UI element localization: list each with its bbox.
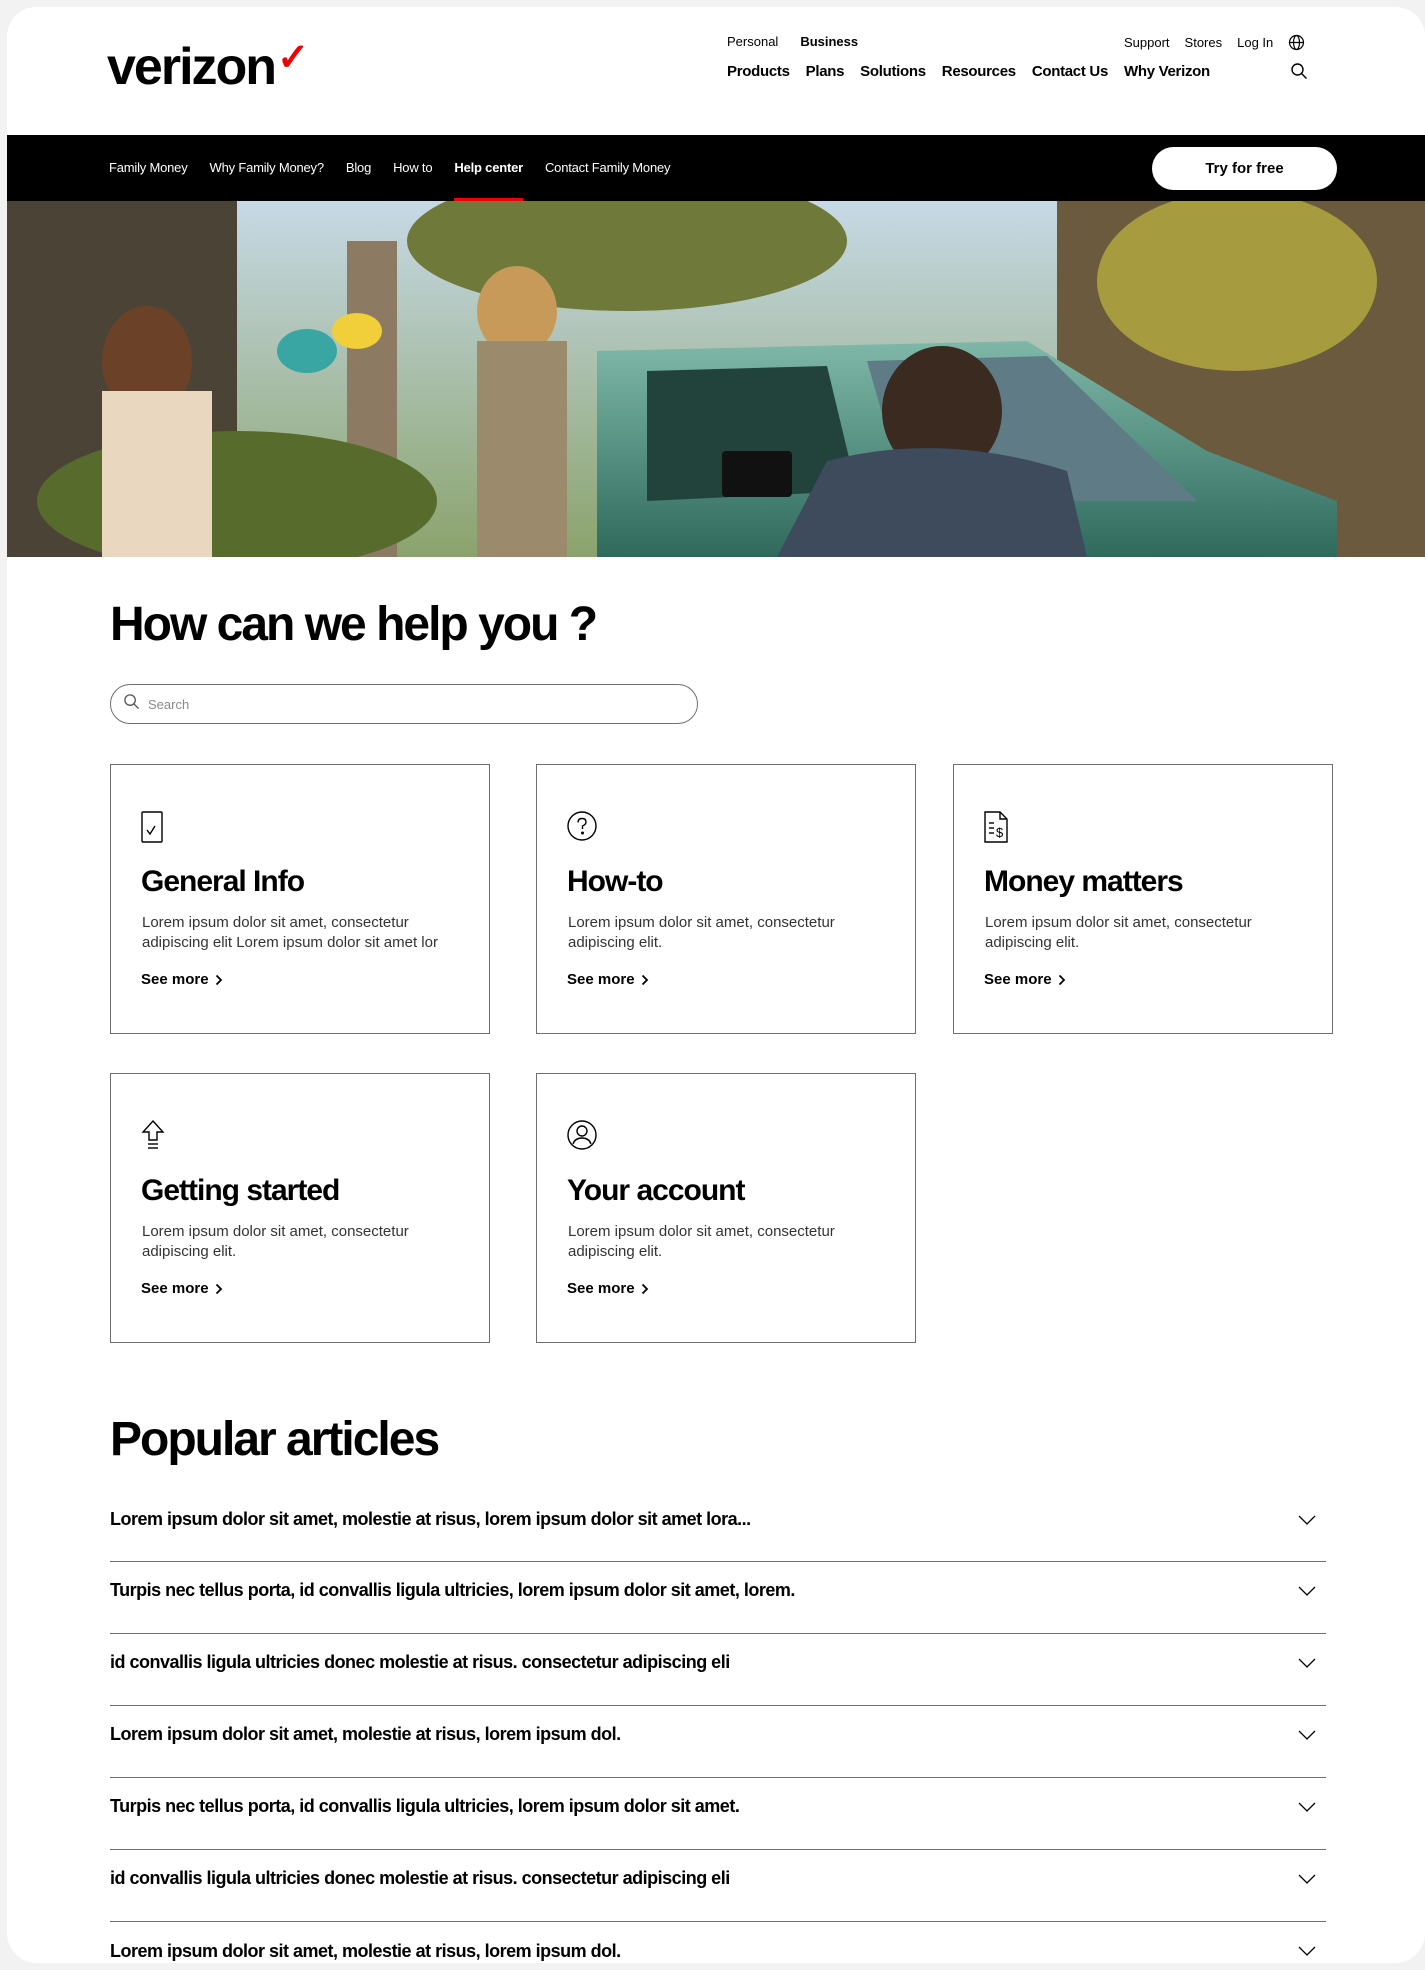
utility-nav: Support Stores Log In	[1124, 34, 1305, 51]
article-item[interactable]: Lorem ipsum dolor sit amet, molestie at …	[110, 1706, 1326, 1778]
card-title: How-to	[567, 865, 664, 898]
subnav-how-to[interactable]: How to	[393, 135, 432, 201]
upload-arrow-icon	[140, 1119, 166, 1156]
article-title: Lorem ipsum dolor sit amet, molestie at …	[110, 1940, 621, 1961]
popular-articles-list: Lorem ipsum dolor sit amet, molestie at …	[110, 1492, 1326, 1963]
chevron-down-icon	[1298, 1658, 1316, 1668]
tablet-check-icon	[140, 810, 164, 849]
article-title: Lorem ipsum dolor sit amet, molestie at …	[110, 1509, 751, 1529]
see-more-label: See more	[141, 971, 209, 988]
article-title: Turpis nec tellus porta, id convallis li…	[110, 1796, 740, 1816]
chevron-right-icon	[641, 974, 648, 985]
util-support[interactable]: Support	[1124, 35, 1170, 50]
card-how-to[interactable]: How-to Lorem ipsum dolor sit amet, conse…	[536, 764, 916, 1034]
help-search-input[interactable]	[148, 696, 668, 712]
article-item[interactable]: id convallis ligula ultricies donec mole…	[110, 1850, 1326, 1922]
globe-icon[interactable]	[1288, 34, 1305, 51]
try-for-free-button[interactable]: Try for free	[1152, 147, 1337, 190]
chevron-down-icon	[1298, 1515, 1316, 1525]
chevron-right-icon	[641, 1283, 648, 1294]
chevron-right-icon	[215, 974, 222, 985]
chevron-down-icon	[1298, 1586, 1316, 1596]
util-login[interactable]: Log In	[1237, 35, 1273, 50]
nav-solutions[interactable]: Solutions	[860, 63, 926, 80]
article-item[interactable]: id convallis ligula ultricies donec mole…	[110, 1634, 1326, 1706]
page: verizon✓ Personal Business Products Plan…	[7, 7, 1425, 1963]
see-more-label: See more	[567, 1280, 635, 1297]
nav-products[interactable]: Products	[727, 63, 790, 80]
card-general-info[interactable]: General Info Lorem ipsum dolor sit amet,…	[110, 764, 490, 1034]
subnav-help-center[interactable]: Help center	[454, 135, 523, 201]
card-money-matters[interactable]: $ Money matters Lorem ipsum dolor sit am…	[953, 764, 1333, 1034]
chevron-right-icon	[215, 1283, 222, 1294]
article-title: id convallis ligula ultricies donec mole…	[110, 1652, 730, 1672]
subnav-why-family-money[interactable]: Why Family Money?	[210, 135, 325, 201]
family-money-subnav: Family Money Why Family Money? Blog How …	[7, 135, 1425, 201]
article-title: id convallis ligula ultricies donec mole…	[110, 1868, 730, 1888]
search-icon	[123, 693, 140, 715]
card-text: Lorem ipsum dolor sit amet, consectetur …	[985, 914, 1252, 951]
chevron-down-icon	[1298, 1946, 1316, 1956]
global-header: verizon✓ Personal Business Products Plan…	[7, 7, 1425, 135]
subnav-contact-family-money[interactable]: Contact Family Money	[545, 135, 671, 201]
nav-resources[interactable]: Resources	[942, 63, 1016, 80]
card-text: Lorem ipsum dolor sit amet, consectetur …	[142, 1223, 409, 1260]
user-circle-icon	[566, 1119, 598, 1156]
article-item[interactable]: Turpis nec tellus porta, id convallis li…	[110, 1778, 1326, 1850]
svg-text:$: $	[996, 825, 1004, 840]
nav-contact-us[interactable]: Contact Us	[1032, 63, 1108, 80]
segment-personal[interactable]: Personal	[727, 34, 778, 49]
chevron-down-icon	[1298, 1802, 1316, 1812]
see-more-link[interactable]: See more	[141, 971, 223, 988]
help-title: How can we help you ?	[110, 598, 598, 651]
hero-image	[7, 201, 1425, 557]
article-title: Lorem ipsum dolor sit amet, molestie at …	[110, 1724, 621, 1744]
util-stores[interactable]: Stores	[1185, 35, 1223, 50]
card-text: Lorem ipsum dolor sit amet, consectetur …	[142, 914, 438, 951]
card-text: Lorem ipsum dolor sit amet, consectetur …	[568, 914, 835, 951]
chevron-down-icon	[1298, 1874, 1316, 1884]
logo-wordmark: verizon	[107, 38, 277, 96]
card-your-account[interactable]: Your account Lorem ipsum dolor sit amet,…	[536, 1073, 916, 1343]
article-item[interactable]: Lorem ipsum dolor sit amet, molestie at …	[110, 1492, 1326, 1562]
segment-business[interactable]: Business	[800, 34, 858, 49]
see-more-link[interactable]: See more	[141, 1280, 223, 1297]
card-text: Lorem ipsum dolor sit amet, consectetur …	[568, 1223, 835, 1260]
see-more-label: See more	[984, 971, 1052, 988]
invoice-dollar-icon: $	[983, 810, 1009, 849]
card-title: Money matters	[984, 865, 1184, 898]
nav-why-verizon[interactable]: Why Verizon	[1124, 63, 1210, 80]
segment-switcher: Personal Business	[727, 34, 858, 49]
see-more-link[interactable]: See more	[567, 971, 649, 988]
card-getting-started[interactable]: Getting started Lorem ipsum dolor sit am…	[110, 1073, 490, 1343]
article-item[interactable]: Turpis nec tellus porta, id convallis li…	[110, 1562, 1326, 1634]
help-search-box	[110, 684, 698, 724]
see-more-label: See more	[567, 971, 635, 988]
chevron-right-icon	[1058, 974, 1065, 985]
see-more-link[interactable]: See more	[984, 971, 1066, 988]
see-more-link[interactable]: See more	[567, 1280, 649, 1297]
verizon-logo[interactable]: verizon✓	[107, 37, 309, 97]
subnav-family-money[interactable]: Family Money	[109, 135, 188, 201]
main-nav: Products Plans Solutions Resources Conta…	[727, 63, 1210, 80]
subnav-blog[interactable]: Blog	[346, 135, 371, 201]
logo-check-icon: ✓	[277, 37, 309, 79]
see-more-label: See more	[141, 1280, 209, 1297]
article-title: Turpis nec tellus porta, id convallis li…	[110, 1580, 795, 1600]
nav-plans[interactable]: Plans	[806, 63, 845, 80]
card-title: Getting started	[141, 1174, 340, 1207]
popular-articles-title: Popular articles	[110, 1413, 440, 1466]
chevron-down-icon	[1298, 1730, 1316, 1740]
card-title: Your account	[567, 1174, 745, 1207]
article-item[interactable]: Lorem ipsum dolor sit amet, molestie at …	[110, 1922, 1326, 1963]
card-title: General Info	[141, 865, 305, 898]
search-icon[interactable]	[1290, 62, 1308, 80]
question-circle-icon	[566, 810, 598, 847]
